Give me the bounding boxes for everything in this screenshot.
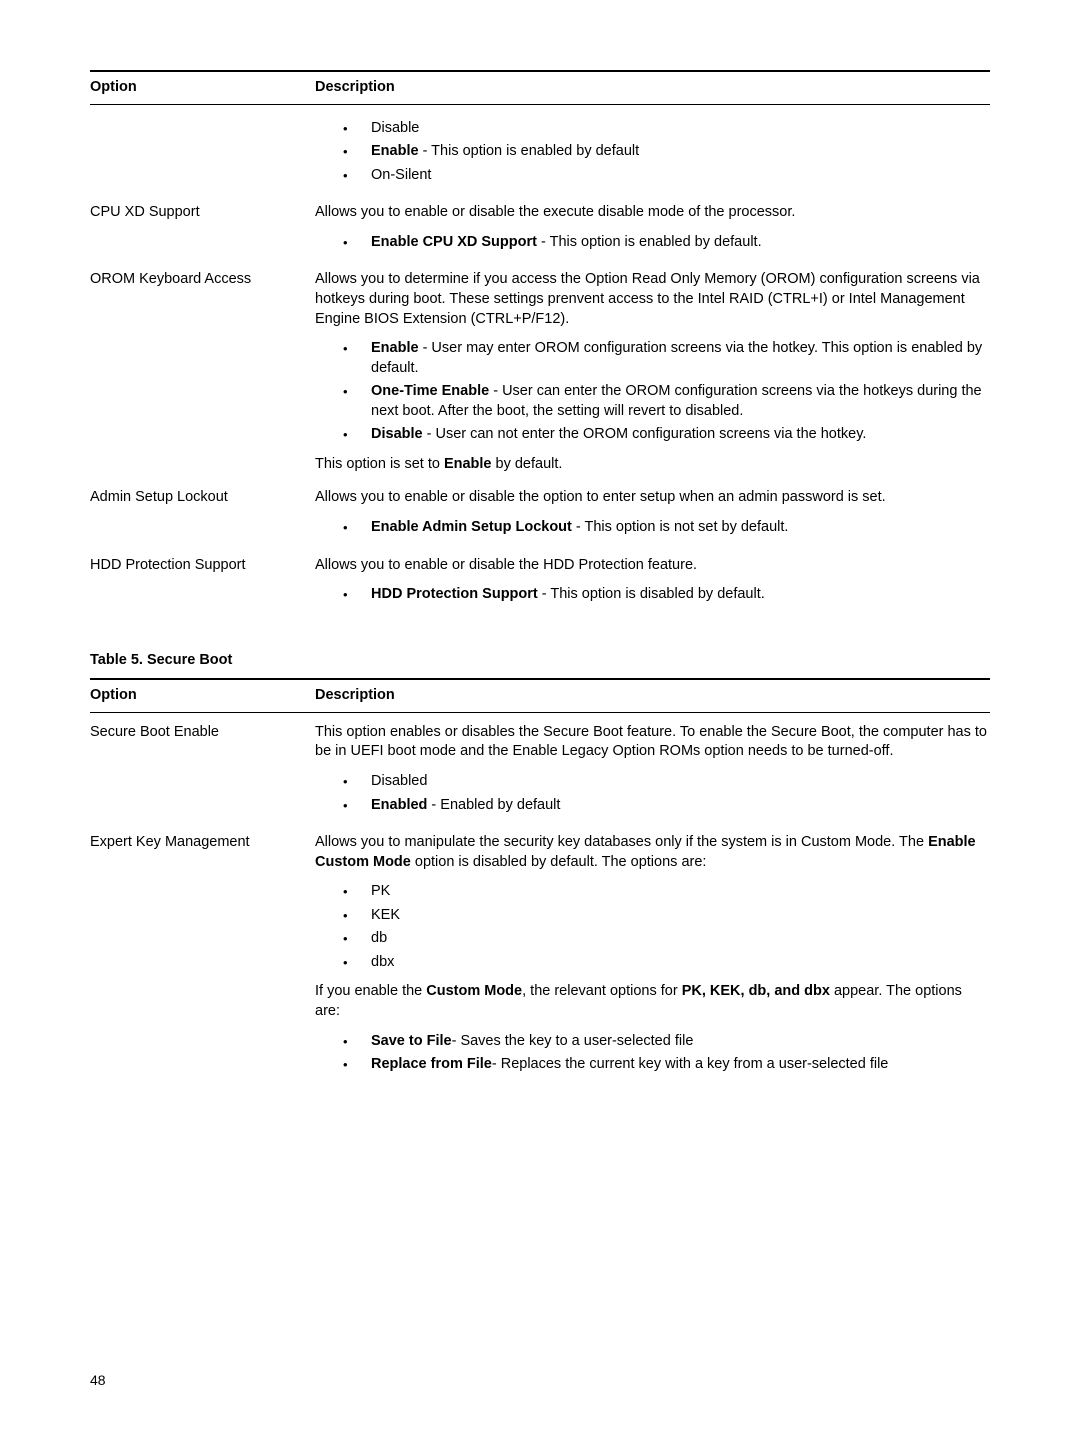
bold-text: One-Time Enable xyxy=(371,383,489,399)
text: - Saves the key to a user-selected file xyxy=(452,1033,694,1049)
text: , the relevant options for xyxy=(522,983,682,999)
table-row: OROM Keyboard Access Allows you to deter… xyxy=(90,256,990,474)
page-number: 48 xyxy=(90,1371,106,1390)
description-cell: Allows you to enable or disable the exec… xyxy=(315,203,990,256)
text: option is disabled by default. The optio… xyxy=(411,854,707,870)
paragraph: Allows you to manipulate the security ke… xyxy=(315,833,990,872)
list-item: On-Silent xyxy=(361,166,990,186)
description-cell: Allows you to enable or disable the opti… xyxy=(315,488,990,541)
list-item: db xyxy=(361,929,990,949)
options-table-1: Option Description Disable Enable - This… xyxy=(90,70,990,609)
description-cell: Allows you to determine if you access th… xyxy=(315,270,990,474)
bold-text: Enabled xyxy=(371,797,427,813)
bold-text: PK, KEK, db, and dbx xyxy=(682,983,830,999)
text: If you enable the xyxy=(315,983,426,999)
option-cell: CPU XD Support xyxy=(90,203,315,223)
list-item: One-Time Enable - User can enter the ORO… xyxy=(361,382,990,421)
text: This option is set to xyxy=(315,456,444,472)
bullet-list: Save to File- Saves the key to a user-se… xyxy=(315,1032,990,1075)
column-header-option: Option xyxy=(90,78,315,98)
list-item: dbx xyxy=(361,953,990,973)
bullet-list: Disable Enable - This option is enabled … xyxy=(315,119,990,186)
text: - Enabled by default xyxy=(427,797,560,813)
bold-text: Enable xyxy=(371,340,419,356)
option-cell: Expert Key Management xyxy=(90,833,315,853)
list-item: Enable Admin Setup Lockout - This option… xyxy=(361,518,990,538)
column-header-description: Description xyxy=(315,78,990,98)
bullet-list: Enable - User may enter OROM configurati… xyxy=(315,339,990,445)
paragraph: Allows you to determine if you access th… xyxy=(315,270,990,329)
description-cell: Allows you to manipulate the security ke… xyxy=(315,833,990,1079)
list-item: Save to File- Saves the key to a user-se… xyxy=(361,1032,990,1052)
option-cell: OROM Keyboard Access xyxy=(90,270,315,290)
text: - Replaces the current key with a key fr… xyxy=(492,1056,889,1072)
paragraph: If you enable the Custom Mode, the relev… xyxy=(315,982,990,1021)
paragraph: Allows you to enable or disable the HDD … xyxy=(315,556,990,576)
bullet-list: Enable CPU XD Support - This option is e… xyxy=(315,233,990,253)
table-caption: Table 5. Secure Boot xyxy=(90,651,990,671)
table-row: Admin Setup Lockout Allows you to enable… xyxy=(90,474,990,541)
column-header-description: Description xyxy=(315,686,990,706)
bold-text: Enable CPU XD Support xyxy=(371,234,537,250)
paragraph: Allows you to enable or disable the exec… xyxy=(315,203,990,223)
bold-text: Replace from File xyxy=(371,1056,492,1072)
list-item: Disable xyxy=(361,119,990,139)
description-cell: This option enables or disables the Secu… xyxy=(315,723,990,819)
bold-text: Save to File xyxy=(371,1033,452,1049)
bullet-list: HDD Protection Support - This option is … xyxy=(315,585,990,605)
description-cell: Disable Enable - This option is enabled … xyxy=(315,115,990,190)
list-item: HDD Protection Support - This option is … xyxy=(361,585,990,605)
list-item: Enable - User may enter OROM configurati… xyxy=(361,339,990,378)
list-item: PK xyxy=(361,882,990,902)
text: - User can not enter the OROM configurat… xyxy=(423,426,867,442)
option-cell: Admin Setup Lockout xyxy=(90,488,315,508)
table-row: CPU XD Support Allows you to enable or d… xyxy=(90,189,990,256)
text: - This option is disabled by default. xyxy=(538,586,765,602)
bold-text: Custom Mode xyxy=(426,983,522,999)
list-item: Replace from File- Replaces the current … xyxy=(361,1055,990,1075)
table-row: Secure Boot Enable This option enables o… xyxy=(90,713,990,819)
table-header-row: Option Description xyxy=(90,680,990,712)
option-cell: HDD Protection Support xyxy=(90,556,315,576)
options-table-2: Option Description Secure Boot Enable Th… xyxy=(90,678,990,1078)
text: Allows you to manipulate the security ke… xyxy=(315,834,928,850)
text: - User may enter OROM configuration scre… xyxy=(371,340,982,376)
list-item: Disabled xyxy=(361,772,990,792)
table-row: HDD Protection Support Allows you to ena… xyxy=(90,542,990,609)
bold-text: Disable xyxy=(371,426,423,442)
paragraph: This option is set to Enable by default. xyxy=(315,455,990,475)
bullet-list: PK KEK db dbx xyxy=(315,882,990,972)
list-item: Disable - User can not enter the OROM co… xyxy=(361,425,990,445)
bold-text: Enable xyxy=(371,143,419,159)
bold-text: Enable Admin Setup Lockout xyxy=(371,519,572,535)
list-item: Enable CPU XD Support - This option is e… xyxy=(361,233,990,253)
list-item: Enable - This option is enabled by defau… xyxy=(361,142,990,162)
table-row: Expert Key Management Allows you to mani… xyxy=(90,819,990,1079)
bold-text: Enable xyxy=(444,456,492,472)
list-item: KEK xyxy=(361,906,990,926)
description-cell: Allows you to enable or disable the HDD … xyxy=(315,556,990,609)
bullet-list: Disabled Enabled - Enabled by default xyxy=(315,772,990,815)
text: - This option is enabled by default. xyxy=(537,234,762,250)
list-item: Enabled - Enabled by default xyxy=(361,796,990,816)
column-header-option: Option xyxy=(90,686,315,706)
table-row: Disable Enable - This option is enabled … xyxy=(90,105,990,190)
bold-text: HDD Protection Support xyxy=(371,586,538,602)
text: - This option is not set by default. xyxy=(572,519,789,535)
option-cell: Secure Boot Enable xyxy=(90,723,315,743)
bullet-list: Enable Admin Setup Lockout - This option… xyxy=(315,518,990,538)
text: - This option is enabled by default xyxy=(419,143,640,159)
paragraph: This option enables or disables the Secu… xyxy=(315,723,990,762)
text: by default. xyxy=(492,456,563,472)
paragraph: Allows you to enable or disable the opti… xyxy=(315,488,990,508)
table-header-row: Option Description xyxy=(90,72,990,104)
